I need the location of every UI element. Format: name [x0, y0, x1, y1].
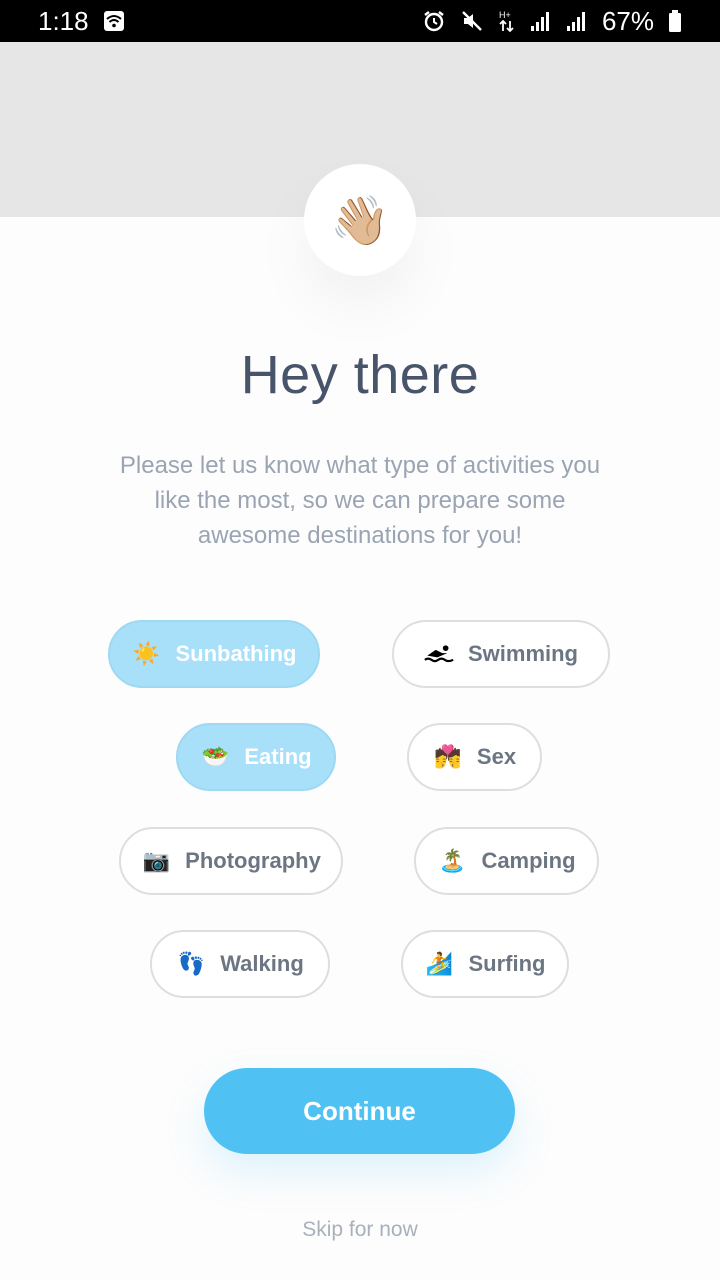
chip-label: Swimming — [467, 641, 578, 666]
activity-chip-sex[interactable]: 💏 Sex — [407, 723, 542, 791]
page-subtitle: Please let us know what type of activiti… — [119, 452, 601, 549]
chip-label: Walking — [220, 951, 304, 976]
activity-chip-eating[interactable]: 🥗 Eating — [176, 723, 336, 791]
activity-chip-surfing[interactable]: 🏄 Surfing — [401, 930, 569, 998]
continue-button[interactable]: Continue — [204, 1068, 515, 1154]
skip-for-now-link[interactable]: Skip for now — [0, 1218, 720, 1242]
signal-icon — [530, 9, 552, 33]
chip-label: Surfing — [468, 951, 546, 976]
svg-text:H+: H+ — [499, 10, 511, 20]
activity-onboarding-screen: 1:18 H+ 67% 👋🏼 Hey there Please let us k… — [0, 0, 720, 1280]
battery-icon — [668, 9, 682, 33]
page-title: Hey there — [240, 345, 480, 405]
wifi-icon — [103, 10, 125, 32]
camera-icon: 📷 — [142, 848, 170, 873]
chip-label: Eating — [244, 744, 312, 769]
chip-label: Photography — [185, 848, 321, 873]
signal-icon — [566, 9, 588, 33]
swimmer-icon — [424, 639, 454, 669]
mute-icon — [460, 9, 484, 33]
waving-hand-icon: 👋🏼 — [304, 164, 416, 276]
kiss-icon: 💏 — [434, 744, 462, 769]
salad-icon: 🥗 — [201, 744, 230, 769]
status-left: 1:18 — [38, 6, 125, 37]
avatar-emoji: 👋🏼 — [330, 194, 390, 248]
battery-percent: 67% — [601, 5, 654, 36]
chip-label: Sex — [476, 744, 517, 769]
status-time: 1:18 — [38, 5, 89, 36]
activity-chip-walking[interactable]: 👣 Walking — [150, 930, 330, 998]
chip-label: Sunbathing — [175, 641, 297, 666]
alarm-icon — [422, 9, 446, 33]
surfer-icon: 🏄 — [425, 951, 454, 976]
data-arrows-icon: H+ — [498, 9, 516, 33]
footprints-icon: 👣 — [177, 951, 205, 976]
sun-icon: ☀️ — [132, 641, 161, 666]
island-icon: 🏝️ — [438, 848, 467, 873]
status-right: H+ 67% — [422, 6, 682, 37]
activity-chip-camping[interactable]: 🏝️ Camping — [414, 827, 599, 895]
status-bar: 1:18 H+ 67% — [0, 0, 720, 42]
activity-chip-swimming[interactable]: Swimming — [392, 620, 610, 688]
activity-chip-sunbathing[interactable]: ☀️ Sunbathing — [108, 620, 320, 688]
chip-label: Camping — [481, 848, 576, 873]
activity-chip-photography[interactable]: 📷 Photography — [119, 827, 343, 895]
